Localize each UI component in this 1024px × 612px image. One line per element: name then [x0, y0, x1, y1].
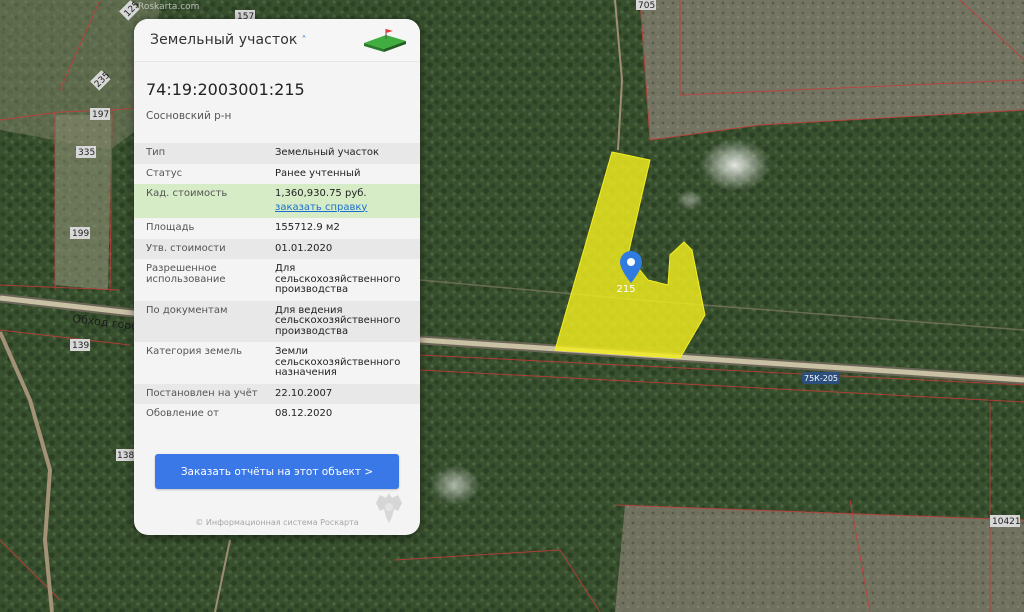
property-row-cost-date: Утв. стоимости 01.01.2020: [134, 238, 420, 259]
property-value: Земли сельскохозяйственного назначения: [275, 346, 401, 378]
parcel-marker-label: 215: [616, 284, 635, 295]
property-key: Статус: [146, 167, 183, 179]
property-key: Разрешенное использование: [146, 263, 226, 285]
property-key: Площадь: [146, 222, 195, 233]
property-row-land-category: Категория земель Земли сельскохозяйствен…: [134, 342, 420, 384]
property-row-updated: Обовление от 08.12.2020: [134, 404, 420, 425]
property-value-cell: 1,360,930.75 руб. заказать справку: [263, 184, 420, 218]
panel-header[interactable]: Земельный участок ˄: [134, 19, 420, 62]
field-area: [55, 115, 112, 290]
property-key: Обовление от: [146, 408, 219, 419]
properties-table: Тип Земельный участок Статус Ранее учтен…: [134, 143, 420, 425]
property-key: Тип: [134, 143, 263, 164]
property-value: 155712.9 м2: [275, 222, 340, 233]
property-value: Земельный участок: [263, 143, 420, 164]
map-watermark: Roskarta.com: [138, 2, 199, 12]
parcel-label: 10421: [992, 517, 1021, 527]
property-value: 1,360,930.75 руб.: [275, 188, 367, 199]
property-row-permitted-use: Разрешенное использование Для сельскохоз…: [134, 259, 420, 301]
copyright-text: © Информационная система Роскарта: [195, 518, 359, 527]
parcel-label: 335: [78, 148, 95, 158]
property-key: Постановлен на учёт: [134, 383, 263, 404]
property-row-by-documents: По документам Для ведения сельскохозяйст…: [134, 300, 420, 342]
panel-title[interactable]: Земельный участок ˄: [150, 32, 307, 48]
clearing-area: [615, 505, 1024, 612]
cadastral-number: 74:19:2003001:215: [146, 80, 305, 99]
parcel-label: 139: [72, 341, 89, 351]
property-row-area: Площадь 155712.9 м2: [134, 218, 420, 239]
property-row-cadastral-cost: Кад. стоимость 1,360,930.75 руб. заказат…: [134, 184, 420, 218]
property-value: Для ведения сельскохозяйственного произв…: [263, 300, 420, 342]
property-key: Категория земель: [146, 346, 243, 357]
property-row-type: Тип Земельный участок: [134, 143, 420, 164]
property-value: Ранее учтенный: [275, 167, 361, 179]
property-key: Утв. стоимости: [134, 238, 263, 259]
chevron-up-icon[interactable]: ˄: [301, 35, 306, 46]
road-badge-label: 75К-205: [804, 374, 838, 383]
order-certificate-link[interactable]: заказать справку: [275, 202, 420, 214]
field-area: [850, 390, 1024, 500]
property-row-registered: Постановлен на учёт 22.10.2007: [134, 383, 420, 404]
property-row-status: Статус Ранее учтенный: [134, 164, 420, 185]
parcel-info-panel: Земельный участок ˄ 74:19:2003001:215 Сос…: [134, 19, 420, 535]
parcel-label: 199: [72, 229, 89, 239]
property-key: Кад. стоимость: [134, 184, 263, 218]
property-key: По документам: [134, 300, 263, 342]
parcel-label: 197: [92, 110, 109, 120]
parcel-label: 705: [638, 1, 655, 11]
property-value: 22.10.2007: [263, 383, 420, 404]
property-value: 08.12.2020: [275, 408, 333, 419]
parcel-label: 138: [117, 451, 134, 461]
district-label: Сосновский р-н: [146, 110, 232, 122]
property-value: 01.01.2020: [263, 238, 420, 259]
order-reports-button[interactable]: Заказать отчёты на этот объект >: [155, 454, 399, 489]
property-value: Для сельскохозяйственного производства: [275, 263, 401, 295]
land-parcel-icon: [362, 25, 408, 57]
